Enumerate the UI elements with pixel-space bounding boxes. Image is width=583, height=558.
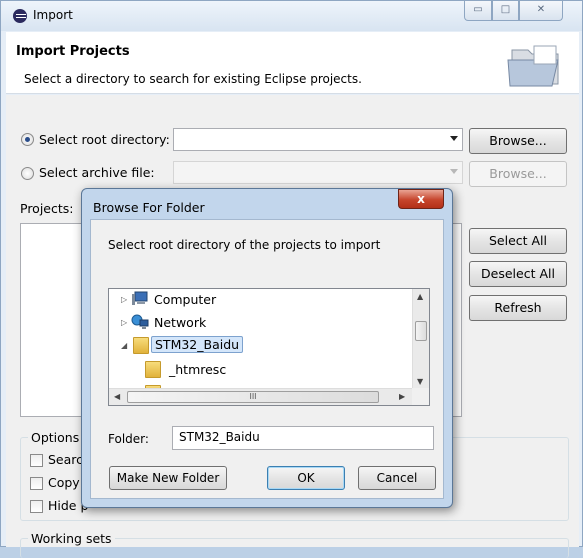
scroll-down-icon[interactable]: ▼ bbox=[417, 377, 423, 386]
option-label-2: Copy bbox=[48, 475, 80, 490]
dialog-content: Select root directory of the projects to… bbox=[90, 219, 444, 499]
banner-title: Import Projects bbox=[16, 44, 130, 59]
scroll-right-icon[interactable]: ▶ bbox=[399, 392, 405, 401]
folder-tree[interactable]: ▷ Computer ▷ Network ◢ STM32_Baidu _htmr… bbox=[108, 288, 430, 406]
archive-file-radio[interactable] bbox=[21, 167, 34, 180]
scroll-up-icon[interactable]: ▲ bbox=[417, 292, 423, 301]
make-new-folder-button[interactable]: Make New Folder bbox=[109, 466, 227, 490]
option-checkbox-3[interactable] bbox=[30, 500, 43, 513]
scroll-corner bbox=[412, 388, 429, 405]
projects-label: Projects: bbox=[20, 201, 74, 216]
maximize-button[interactable]: □ bbox=[492, 1, 519, 21]
chevron-down-icon bbox=[450, 169, 458, 174]
tree-horizontal-scrollbar[interactable]: ◀ III ▶ bbox=[109, 388, 413, 405]
computer-icon bbox=[132, 291, 148, 305]
chevron-down-icon bbox=[450, 136, 458, 141]
vertical-scroll-thumb[interactable] bbox=[415, 321, 427, 341]
dialog-close-button[interactable]: x bbox=[398, 189, 444, 209]
select-all-button[interactable]: Select All bbox=[469, 228, 567, 254]
tree-item-htmresc[interactable]: _htmresc bbox=[109, 359, 414, 381]
root-directory-radio[interactable] bbox=[21, 133, 34, 146]
archive-file-label: Select archive file: bbox=[39, 165, 155, 180]
tree-item-label: Network bbox=[154, 315, 207, 330]
tree-item-label: Computer bbox=[154, 292, 217, 307]
root-directory-label: Select root directory: bbox=[39, 132, 170, 147]
browse-root-button[interactable]: Browse... bbox=[469, 128, 567, 154]
close-button[interactable]: ✕ bbox=[519, 1, 563, 21]
option-checkbox-1[interactable] bbox=[30, 454, 43, 467]
option-checkbox-2[interactable] bbox=[30, 477, 43, 490]
refresh-button[interactable]: Refresh bbox=[469, 295, 567, 321]
dialog-description: Select root directory of the projects to… bbox=[108, 238, 381, 252]
cancel-button[interactable]: Cancel bbox=[358, 466, 436, 490]
open-folder-icon bbox=[507, 45, 559, 87]
folder-input[interactable]: STM32_Baidu bbox=[172, 426, 434, 450]
eclipse-icon bbox=[13, 9, 27, 23]
tree-item-label: _htmresc bbox=[169, 362, 227, 377]
window-titlebar[interactable]: Import ▭ □ ✕ bbox=[1, 1, 582, 31]
tree-item-stm32-baidu[interactable]: ◢ STM32_Baidu bbox=[109, 335, 414, 357]
dialog-title: Browse For Folder bbox=[93, 200, 205, 215]
window-title: Import bbox=[33, 8, 73, 22]
tree-item-network[interactable]: ▷ Network bbox=[109, 312, 414, 334]
scroll-left-icon[interactable]: ◀ bbox=[114, 392, 120, 401]
browse-folder-dialog: Browse For Folder x Select root director… bbox=[81, 188, 453, 508]
folder-label: Folder: bbox=[108, 432, 149, 446]
browse-archive-button: Browse... bbox=[469, 161, 567, 187]
minimize-button[interactable]: ▭ bbox=[464, 1, 492, 21]
folder-icon bbox=[133, 337, 149, 354]
working-sets-label: Working sets bbox=[28, 531, 115, 546]
tree-item-computer[interactable]: ▷ Computer bbox=[109, 289, 414, 311]
tree-item-label: STM32_Baidu bbox=[151, 336, 244, 353]
ok-button[interactable]: OK bbox=[267, 466, 345, 490]
collapse-arrow-icon[interactable]: ◢ bbox=[121, 341, 127, 350]
banner-subtitle: Select a directory to search for existin… bbox=[24, 72, 362, 86]
horizontal-scroll-thumb[interactable]: III bbox=[127, 391, 379, 403]
expand-arrow-icon[interactable]: ▷ bbox=[121, 295, 127, 304]
expand-arrow-icon[interactable]: ▷ bbox=[121, 318, 127, 327]
options-label: Options bbox=[28, 430, 83, 445]
folder-icon bbox=[145, 361, 161, 378]
network-icon bbox=[131, 314, 149, 329]
wizard-banner: Import Projects Select a directory to se… bbox=[6, 32, 579, 94]
tree-vertical-scrollbar[interactable]: ▲ ▼ bbox=[412, 289, 429, 390]
root-directory-combo[interactable] bbox=[173, 128, 463, 151]
archive-file-combo bbox=[173, 161, 463, 184]
deselect-all-button[interactable]: Deselect All bbox=[469, 261, 567, 287]
